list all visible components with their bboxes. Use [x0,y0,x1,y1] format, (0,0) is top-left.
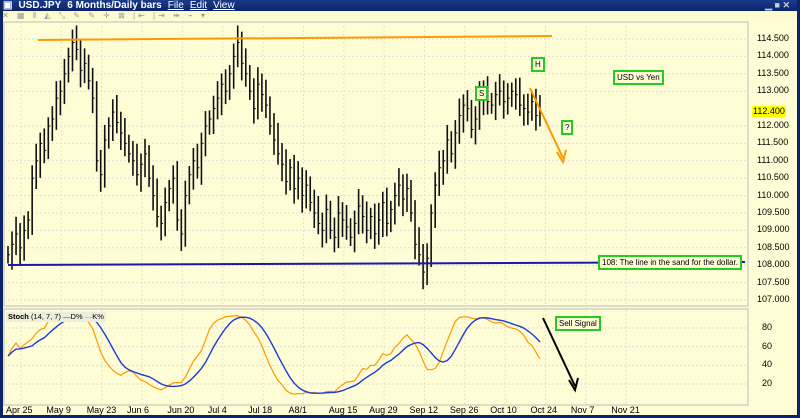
question-label: ? [561,120,574,135]
date-tick: Jun 6 [127,405,150,415]
price-tick: 110.000 [757,189,789,200]
price-tick: 107.500 [757,276,790,287]
price-tick: 107.000 [757,294,790,304]
date-tick: Nov 7 [570,405,595,415]
price-tick: 108.000 [757,259,790,270]
d-legend: D% [70,312,83,321]
sell-signal-label: Sell Signal [555,316,601,331]
date-tick: Sep 26 [449,405,479,415]
stoch-params: (14, 7, 7) [30,312,61,321]
date-tick: A8/1 [288,405,307,415]
head-label: H [531,57,545,72]
price-tick: 110.500 [757,172,789,183]
date-tick: Nov 21 [611,405,640,415]
date-tick: Apr 25 [6,405,33,415]
date-tick: Aug 15 [328,405,358,415]
price-tick: 108.500 [757,241,790,252]
price-tick: 109.500 [757,207,790,217]
price-tick: 112.000 [757,120,789,130]
date-tick: Aug 29 [369,405,398,415]
resistance-line [37,35,553,41]
k-legend: K% [92,312,104,321]
support-label: 108: The line in the sand for the dollar… [598,255,742,270]
date-tick: Jul 4 [207,405,227,415]
price-tick: 113.500 [757,67,789,78]
price-tick: 114.000 [757,50,789,61]
date-tick: Oct 10 [490,405,517,415]
stoch-legend[interactable]: Stoch (14, 7, 7) —D% —K% [6,312,106,322]
chart-title-label: USD vs Yen [613,70,664,85]
date-tick: Jul 18 [248,405,273,415]
date-tick: May 9 [46,405,71,415]
price-tick: 111.000 [757,154,789,165]
date-tick: Jun 20 [167,405,195,415]
stoch-tick: 80 [762,322,773,333]
price-tick: 109.000 [757,224,790,235]
stoch-panel [3,308,749,406]
stoch-name: Stoch [8,312,29,321]
last-price-marker: 112.400 [752,106,786,117]
date-tick: Oct 24 [530,405,558,415]
price-tick: 113.000 [757,85,789,96]
stoch-tick: 60 [762,340,773,351]
price-tick: 114.500 [757,33,789,43]
k-line [7,314,541,395]
stoch-tick: 20 [762,378,773,388]
price-chart[interactable] [0,0,800,418]
shoulder-label: S [475,86,489,101]
date-tick: Sep 12 [409,405,439,415]
date-tick: May 23 [86,405,117,415]
down-arrow-price [529,87,564,159]
price-tick: 111.500 [757,137,789,148]
stoch-tick: 40 [762,359,773,370]
